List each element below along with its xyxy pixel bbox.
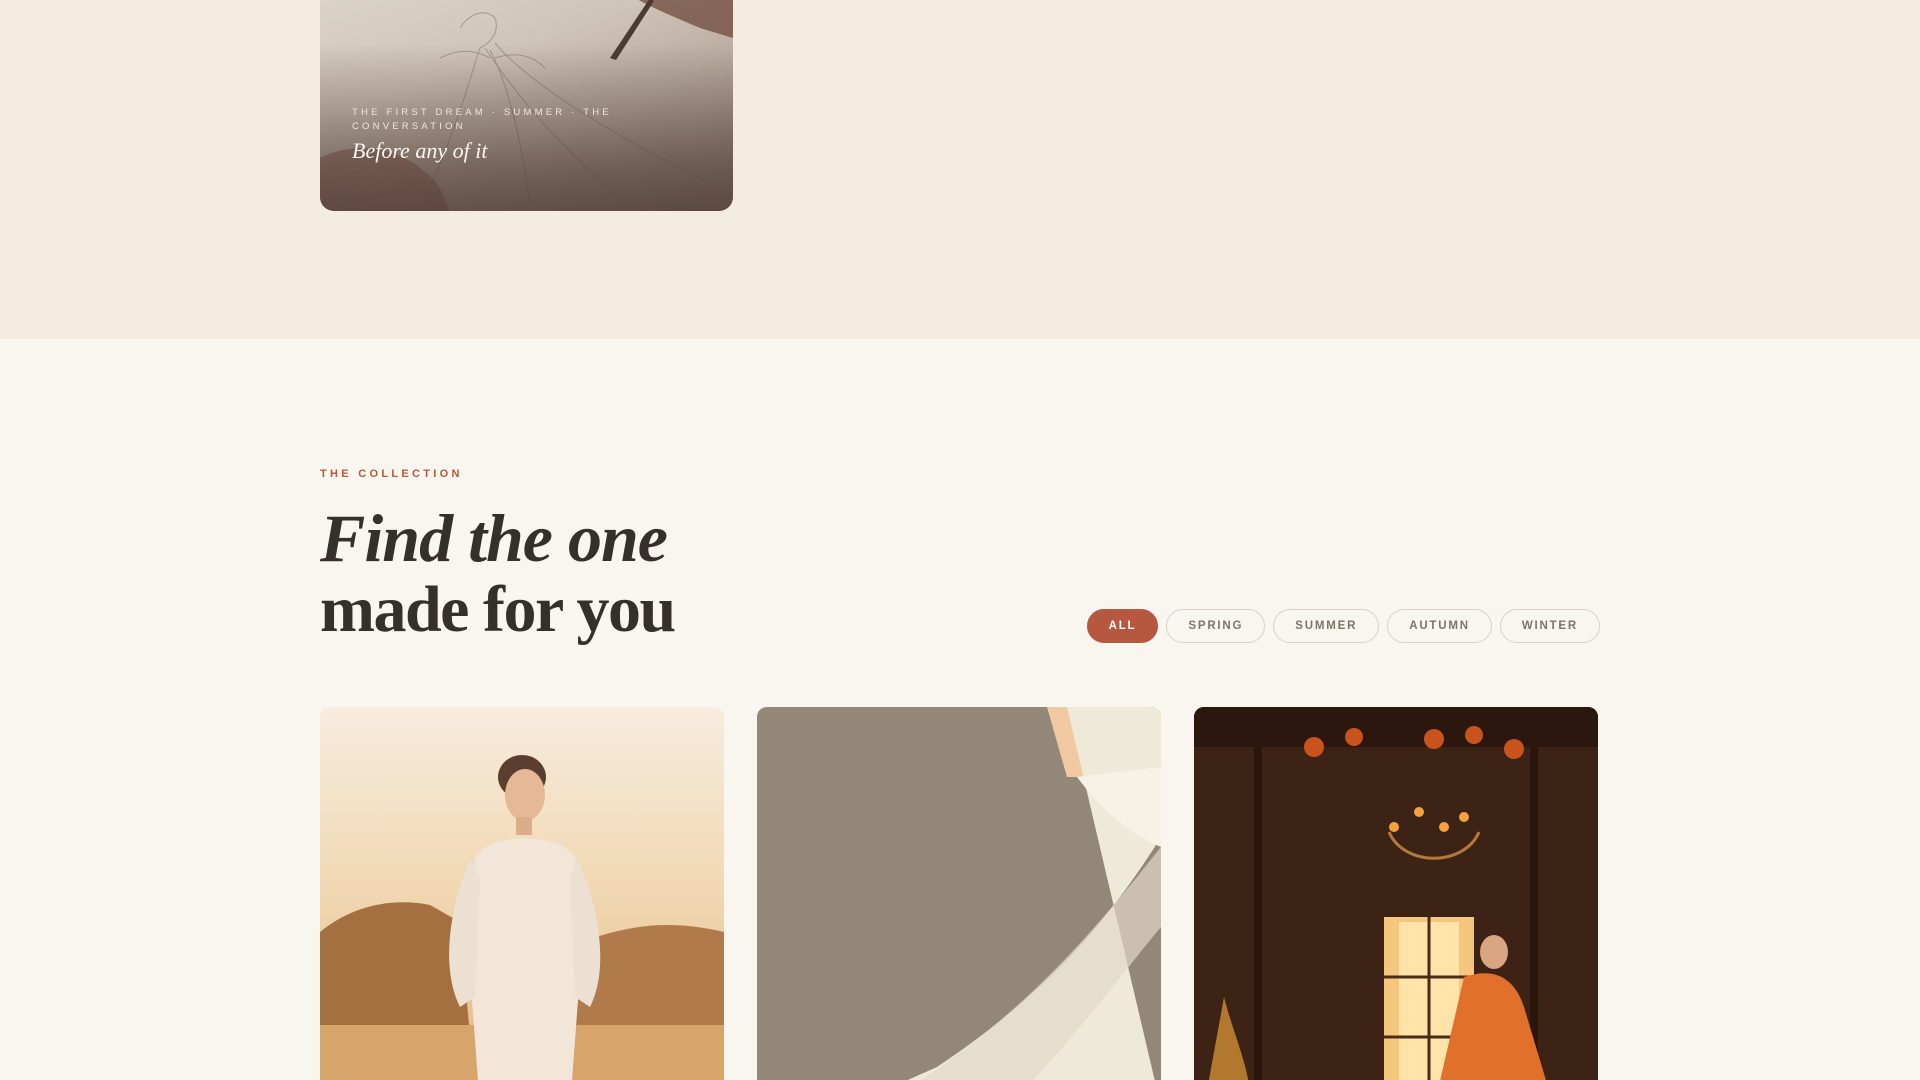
filter-summer-button[interactable]: SUMMER [1273, 609, 1380, 643]
section-heading: Find the one made for you [320, 500, 676, 646]
product-card-gown[interactable] [757, 707, 1161, 1080]
filter-autumn-button[interactable]: AUTUMN [1387, 609, 1492, 643]
heading-line-2: made for you [320, 573, 676, 646]
story-section: THE FIRST DREAM · SUMMER · THE CONVERSAT… [0, 0, 1920, 339]
heading-line-1: Find the one [320, 500, 668, 576]
story-meta: THE FIRST DREAM · SUMMER · THE CONVERSAT… [352, 107, 612, 132]
desert-dress-photo [320, 707, 724, 1080]
story-title[interactable]: Before any of it [352, 138, 487, 164]
filter-winter-button[interactable]: WINTER [1499, 609, 1600, 643]
season-filters: ALL SPRING SUMMER AUTUMN WINTER [1086, 609, 1600, 643]
filter-all-button[interactable]: ALL [1086, 609, 1159, 643]
section-eyebrow: THE COLLECTION [320, 468, 463, 480]
product-card-desert[interactable] [320, 707, 724, 1080]
collection-grid [320, 707, 1600, 1080]
product-card-autumn[interactable] [1194, 707, 1598, 1080]
filter-spring-button[interactable]: SPRING [1166, 609, 1266, 643]
flowing-gown-photo [757, 707, 1161, 1080]
story-card[interactable]: THE FIRST DREAM · SUMMER · THE CONVERSAT… [320, 0, 733, 211]
autumn-barn-photo [1194, 707, 1598, 1080]
